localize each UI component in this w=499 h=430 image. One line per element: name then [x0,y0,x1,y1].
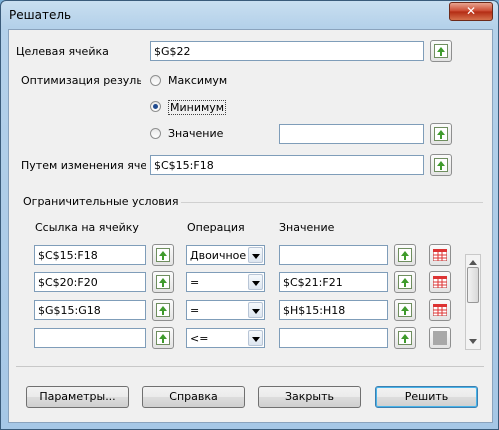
constraint-1-value-shrink-button[interactable] [394,244,416,266]
solver-window: Решатель ✕ Целевая ячейка $G$22 Оптимиза… [0,0,499,430]
constraint-1-operation-select[interactable]: Двоичное [186,245,265,265]
radio-maximum[interactable] [150,75,161,86]
chevron-down-icon [248,247,263,263]
scroll-up-icon[interactable] [469,260,477,265]
constraint-1-cell-shrink-button[interactable] [152,244,174,266]
shrink-range-icon [398,248,412,262]
constraint-1-cell-ref[interactable]: $C$15:F18 [34,245,146,265]
shrink-range-icon [398,331,412,345]
radio-minimum[interactable] [150,101,161,112]
radio-value[interactable] [150,128,161,139]
constraint-2-operation-select[interactable]: = [186,272,265,292]
help-button[interactable]: Справка [142,386,245,408]
constraint-2-cell-ref[interactable]: $C$20:F20 [34,272,146,292]
radio-minimum-label: Минимум [168,100,227,115]
constraint-2-operation: = [190,276,200,289]
remove-constraint-icon [433,276,447,288]
dialog-body: Целевая ячейка $G$22 Оптимизация результ… [8,29,493,423]
constraints-section-label: Ограничительные условия [23,195,179,208]
solve-button[interactable]: Решить [375,386,478,408]
target-cell-label: Целевая ячейка [16,45,109,58]
title-bar[interactable]: Решатель ✕ [1,1,498,29]
close-icon: ✕ [465,4,477,18]
changing-cells-label: Путем изменения ячее [21,159,146,172]
radio-value-label: Значение [168,127,224,140]
header-cell-ref: Ссылка на ячейку [35,221,139,234]
shrink-range-icon [156,331,170,345]
constraint-3-remove-button[interactable] [429,299,451,321]
constraint-1-value[interactable] [279,245,388,265]
constraint-1-operation: Двоичное [190,249,247,262]
window-title: Решатель [9,8,72,22]
scrollbar-thumb[interactable] [467,267,479,303]
constraint-3-operation-select[interactable]: = [186,300,265,320]
constraint-2-cell-shrink-button[interactable] [152,271,174,293]
constraint-1-remove-button[interactable] [429,244,451,266]
shrink-range-icon [434,127,448,141]
shrink-range-icon [156,248,170,262]
constraint-3-cell-shrink-button[interactable] [152,299,174,321]
shrink-range-icon [398,275,412,289]
close-button[interactable]: Закрыть [258,386,361,408]
constraint-3-value-shrink-button[interactable] [394,299,416,321]
constraints-separator [181,202,483,203]
optimize-value-input[interactable] [279,124,424,144]
header-value: Значение [279,221,335,234]
radio-maximum-label: Максимум [168,74,228,87]
constraint-4-operation-select[interactable]: <= [186,328,265,348]
constraint-2-value-shrink-button[interactable] [394,271,416,293]
constraint-4-value-shrink-button[interactable] [394,327,416,349]
constraints-scrollbar[interactable] [465,254,481,350]
buttons-separator [16,366,484,367]
shrink-range-icon [434,158,448,172]
constraint-3-cell-ref[interactable]: $G$15:G18 [34,300,146,320]
scroll-down-icon[interactable] [469,339,477,344]
remove-constraint-icon [433,304,447,316]
chevron-down-icon [248,330,263,346]
constraint-4-operation: <= [190,332,209,345]
constraint-2-value[interactable]: $C$21:F21 [279,272,388,292]
shrink-range-icon [156,275,170,289]
constraint-3-value[interactable]: $H$15:H18 [279,300,388,320]
optimize-label: Оптимизация результа [21,74,141,87]
options-button[interactable]: Параметры... [26,386,129,408]
optimize-value-shrink-button[interactable] [430,123,452,145]
chevron-down-icon [248,302,263,318]
remove-constraint-icon [433,249,447,261]
changing-cells-input[interactable]: $C$15:F18 [150,155,424,175]
changing-cells-shrink-button[interactable] [430,154,452,176]
constraint-4-remove-button[interactable] [429,327,451,349]
target-cell-shrink-button[interactable] [430,40,452,62]
constraint-4-cell-ref[interactable] [34,328,146,348]
window-close-button[interactable]: ✕ [449,2,493,21]
constraint-4-value[interactable] [279,328,388,348]
target-cell-input[interactable]: $G$22 [150,41,424,61]
chevron-down-icon [248,274,263,290]
remove-constraint-disabled-icon [433,331,447,345]
header-operation: Операция [187,221,245,234]
constraint-2-remove-button[interactable] [429,271,451,293]
shrink-range-icon [156,303,170,317]
shrink-range-icon [434,44,448,58]
shrink-range-icon [398,303,412,317]
constraint-3-operation: = [190,304,200,317]
constraint-4-cell-shrink-button[interactable] [152,327,174,349]
